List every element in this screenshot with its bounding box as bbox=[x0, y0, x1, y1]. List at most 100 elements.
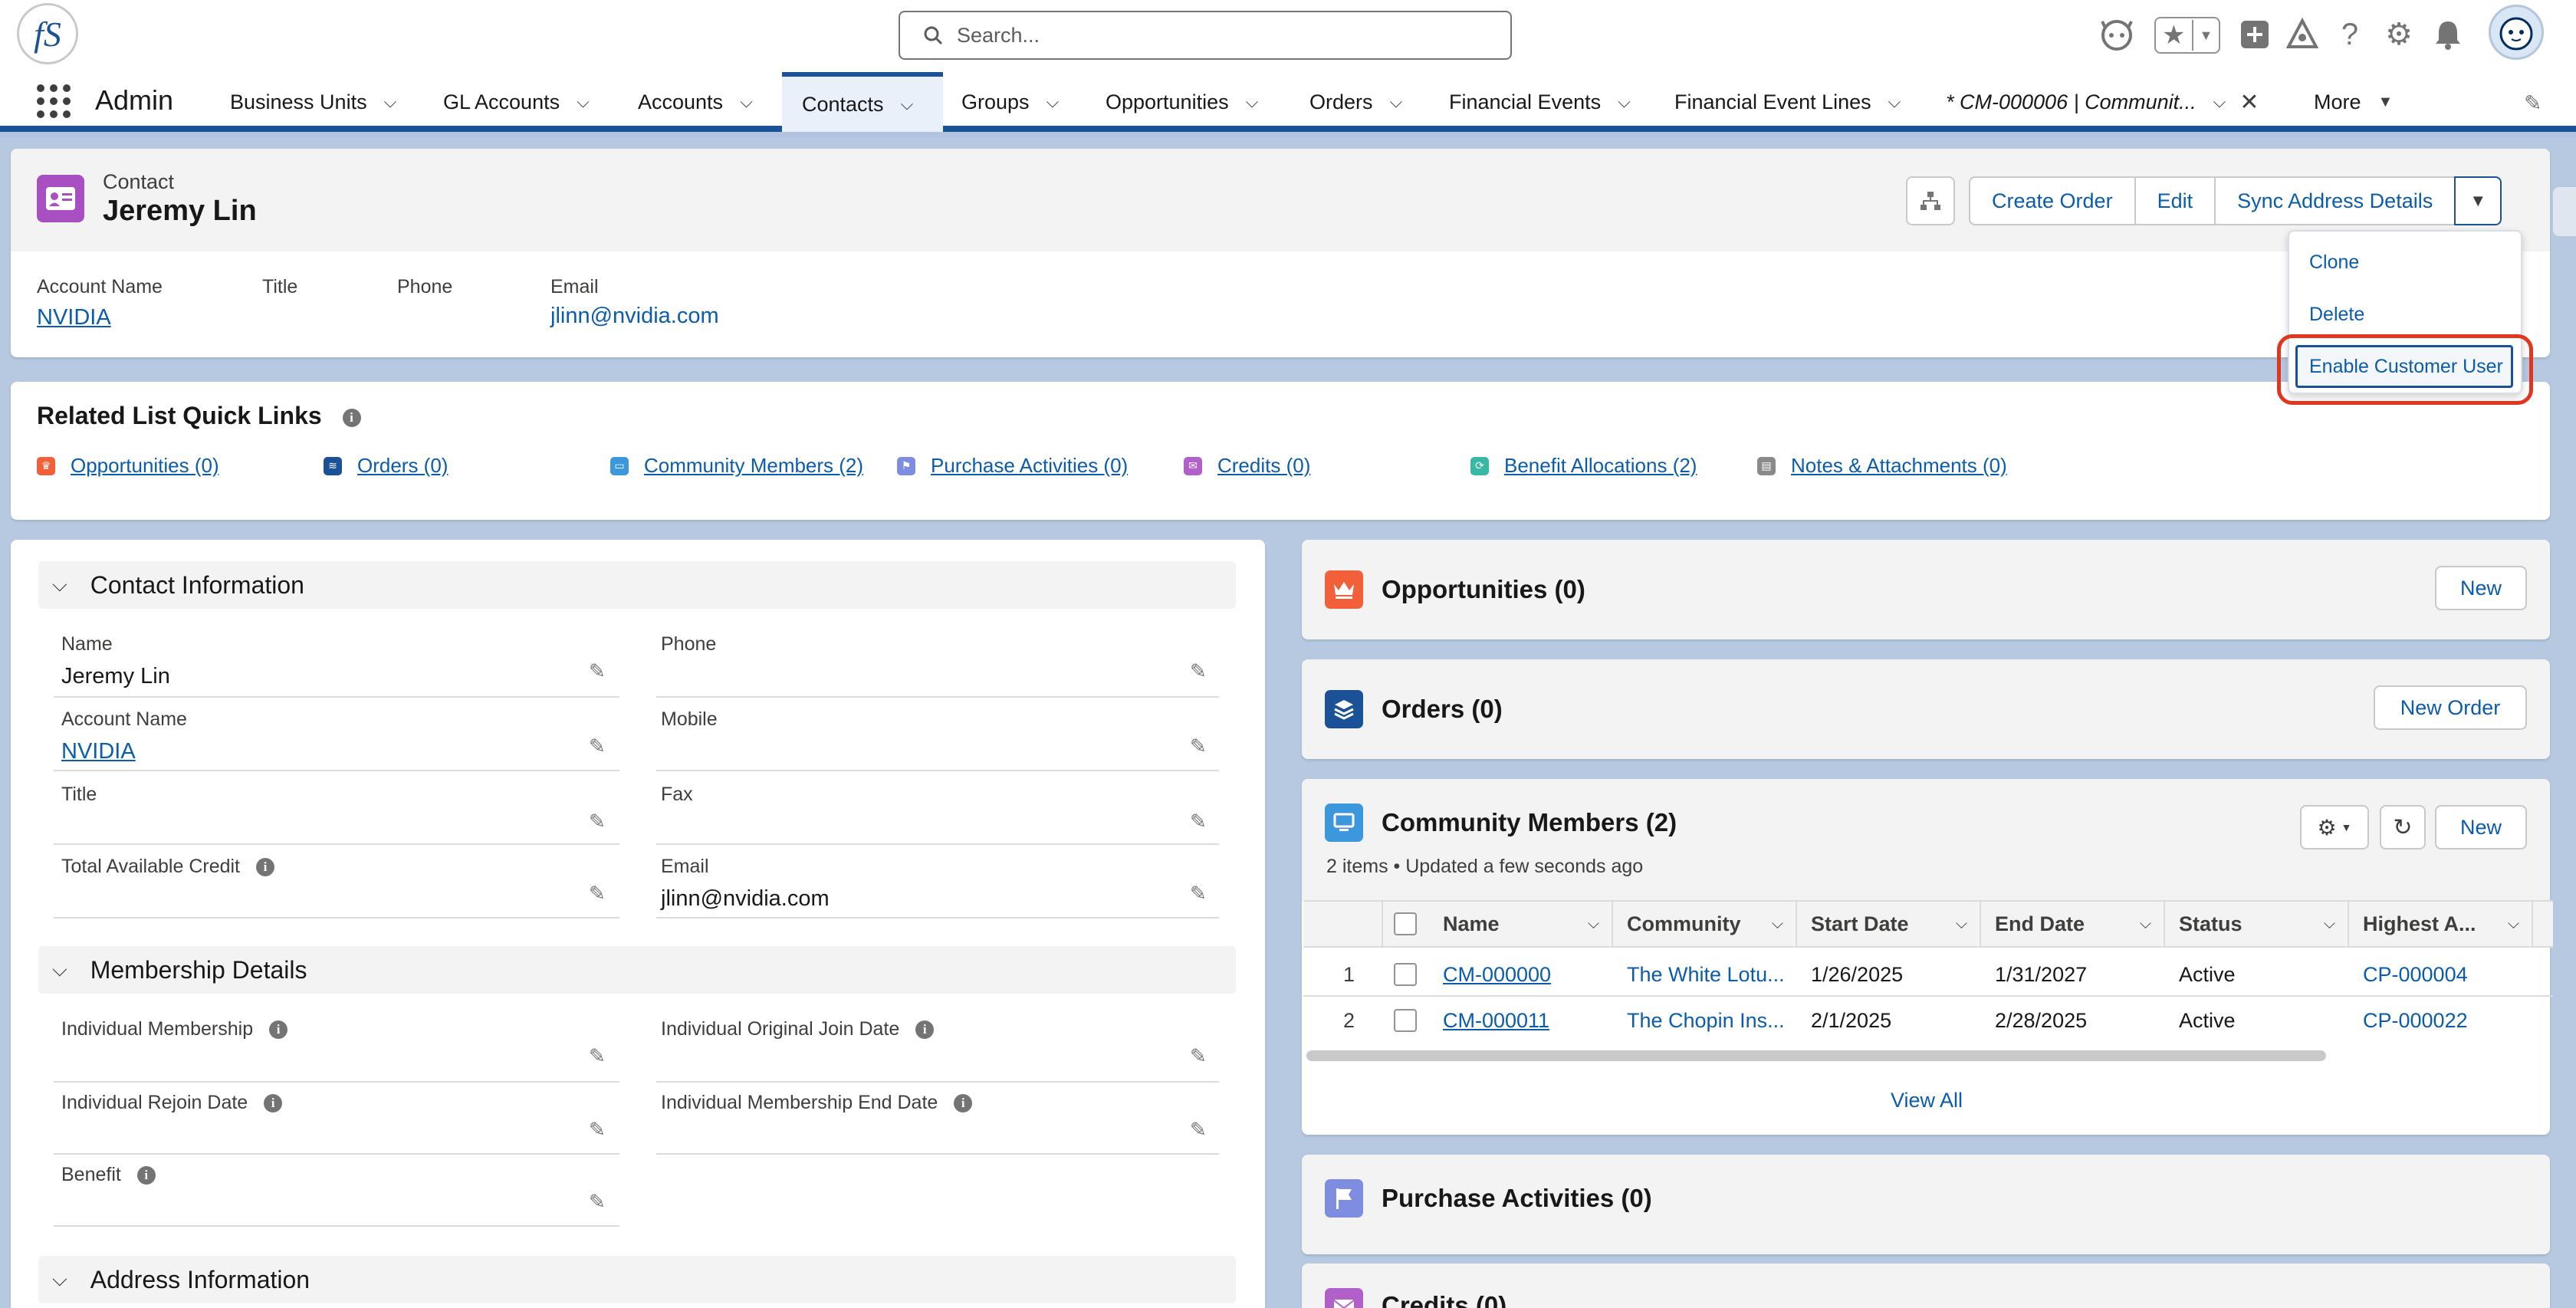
table-horizontal-scrollbar[interactable] bbox=[1306, 1050, 2326, 1061]
quick-link-credits[interactable]: ✉ Credits (0) bbox=[1184, 454, 1310, 478]
chevron-down-icon[interactable]: ⌵ bbox=[1390, 92, 1403, 112]
credits-card-title[interactable]: Credits (0) bbox=[1382, 1291, 1506, 1308]
community-member-name-link[interactable]: CM-000000 bbox=[1443, 963, 1551, 987]
chevron-down-icon[interactable]: ⌵ bbox=[2324, 915, 2335, 933]
info-icon[interactable]: i bbox=[264, 1094, 283, 1113]
global-actions-icon[interactable] bbox=[2236, 15, 2274, 54]
select-all-checkbox[interactable] bbox=[1394, 912, 1417, 935]
info-icon[interactable]: i bbox=[255, 858, 274, 877]
nav-tab-opportunities[interactable]: Opportunities ⌵ bbox=[1106, 72, 1258, 132]
field-value-account-link[interactable]: NVIDIA bbox=[61, 739, 136, 764]
edit-email-pencil-icon[interactable]: ✎ bbox=[1190, 882, 1207, 905]
edit-title-pencil-icon[interactable]: ✎ bbox=[589, 810, 606, 833]
edit-account-pencil-icon[interactable]: ✎ bbox=[589, 735, 606, 758]
column-header-highest-a[interactable]: Highest A... ⌵ bbox=[2349, 900, 2533, 948]
edit-rejoin-pencil-icon[interactable]: ✎ bbox=[589, 1118, 606, 1142]
column-header-start-date[interactable]: Start Date ⌵ bbox=[1797, 900, 1981, 948]
chevron-down-icon[interactable]: ⌵ bbox=[740, 92, 753, 112]
nav-tab-financial-events[interactable]: Financial Events ⌵ bbox=[1449, 72, 1631, 132]
orders-card-title[interactable]: Orders (0) bbox=[1382, 695, 1503, 724]
nav-tab-gl-accounts[interactable]: GL Accounts ⌵ bbox=[443, 72, 590, 132]
favorites-button-group[interactable]: ★ ▼ bbox=[2154, 17, 2220, 54]
edit-membership-pencil-icon[interactable]: ✎ bbox=[589, 1044, 606, 1068]
sync-address-details-button[interactable]: Sync Address Details bbox=[2214, 176, 2456, 225]
chevron-down-icon[interactable]: ⌵ bbox=[1618, 92, 1631, 112]
highlight-email-link[interactable]: jlinn@nvidia.com bbox=[550, 304, 719, 329]
list-settings-button[interactable]: ⚙ ▼ bbox=[2300, 805, 2369, 850]
column-header-status[interactable]: Status ⌵ bbox=[2165, 900, 2349, 948]
chevron-down-icon[interactable]: ▼ bbox=[2193, 28, 2219, 44]
hierarchy-button[interactable] bbox=[1906, 176, 1955, 225]
more-actions-dropdown-button[interactable]: ▼ bbox=[2454, 176, 2502, 225]
chevron-down-icon[interactable]: ⌵ bbox=[2140, 915, 2151, 933]
edit-phone-pencil-icon[interactable]: ✎ bbox=[1190, 659, 1207, 683]
nav-tab-accounts[interactable]: Accounts ⌵ bbox=[638, 72, 753, 132]
quick-link-notes-attachments[interactable]: ▤ Notes & Attachments (0) bbox=[1757, 454, 2007, 478]
info-icon[interactable]: i bbox=[269, 1020, 288, 1040]
org-logo[interactable]: fS bbox=[17, 3, 78, 64]
new-order-button[interactable]: New Order bbox=[2374, 685, 2527, 730]
community-link[interactable]: The White Lotu... bbox=[1627, 963, 1785, 987]
trailhead-icon[interactable] bbox=[2283, 15, 2321, 54]
quick-link-community-members[interactable]: ▭ Community Members (2) bbox=[610, 454, 863, 478]
refresh-button[interactable]: ↻ bbox=[2380, 805, 2426, 850]
nav-tab-financial-event-lines[interactable]: Financial Event Lines ⌵ bbox=[1674, 72, 1901, 132]
chevron-down-icon[interactable]: ⌵ bbox=[1046, 92, 1060, 112]
caret-down-icon[interactable]: ▼ bbox=[2378, 94, 2394, 111]
chevron-down-icon[interactable]: ⌵ bbox=[2213, 92, 2226, 112]
chevron-down-icon[interactable]: ⌵ bbox=[1588, 915, 1599, 933]
field-value-email-link[interactable]: jlinn@nvidia.com bbox=[661, 886, 830, 912]
help-icon[interactable]: ? bbox=[2331, 15, 2369, 54]
edit-benefit-pencil-icon[interactable]: ✎ bbox=[589, 1190, 606, 1214]
create-order-button[interactable]: Create Order bbox=[1969, 176, 2136, 225]
highlight-account-name-link[interactable]: NVIDIA bbox=[37, 305, 111, 330]
quick-link-purchase-activities[interactable]: ⚑ Purchase Activities (0) bbox=[897, 454, 1128, 478]
astro-assistant-icon[interactable] bbox=[2098, 15, 2136, 54]
edit-nav-pencil-icon[interactable]: ✎ bbox=[2524, 90, 2542, 116]
purchase-activities-card-title[interactable]: Purchase Activities (0) bbox=[1382, 1184, 1652, 1213]
highest-a-link[interactable]: CP-000022 bbox=[2363, 1009, 2468, 1033]
community-members-card-title[interactable]: Community Members (2) bbox=[1382, 808, 1677, 837]
star-icon[interactable]: ★ bbox=[2156, 20, 2193, 51]
chevron-down-icon[interactable]: ⌵ bbox=[1772, 915, 1783, 933]
quick-link-opportunities[interactable]: ♛ Opportunities (0) bbox=[37, 454, 219, 478]
column-header-name[interactable]: Name ⌵ bbox=[1429, 900, 1613, 948]
utility-side-tab[interactable] bbox=[2553, 187, 2576, 236]
quick-link-benefit-allocations[interactable]: ⟳ Benefit Allocations (2) bbox=[1470, 454, 1697, 478]
menu-item-delete[interactable]: Delete bbox=[2309, 304, 2364, 326]
community-link[interactable]: The Chopin Ins... bbox=[1627, 1009, 1785, 1033]
chevron-down-icon[interactable]: ⌵ bbox=[577, 92, 590, 112]
highest-a-link[interactable]: CP-000004 bbox=[2363, 963, 2468, 987]
nav-tab-orders[interactable]: Orders ⌵ bbox=[1309, 72, 1402, 132]
app-launcher-icon[interactable] bbox=[37, 84, 71, 118]
global-search[interactable]: Search... bbox=[899, 11, 1512, 60]
row-select-checkbox[interactable] bbox=[1394, 1009, 1417, 1032]
nav-tab-business-units[interactable]: Business Units ⌵ bbox=[230, 72, 396, 132]
chevron-down-icon[interactable]: ⌵ bbox=[2508, 915, 2519, 933]
edit-button[interactable]: Edit bbox=[2134, 176, 2216, 225]
setup-gear-icon[interactable]: ⚙ bbox=[2380, 15, 2418, 54]
info-icon[interactable]: i bbox=[136, 1166, 156, 1185]
column-header-community[interactable]: Community ⌵ bbox=[1613, 900, 1797, 948]
chevron-down-icon[interactable]: ⌵ bbox=[1888, 92, 1901, 112]
opportunities-card-title[interactable]: Opportunities (0) bbox=[1382, 575, 1585, 604]
section-contact-information[interactable]: ⌵ Contact Information bbox=[38, 561, 1236, 609]
chevron-down-icon[interactable]: ⌵ bbox=[1246, 92, 1259, 112]
nav-tab-groups[interactable]: Groups ⌵ bbox=[961, 72, 1059, 132]
notifications-bell-icon[interactable] bbox=[2429, 15, 2467, 54]
edit-end-date-pencil-icon[interactable]: ✎ bbox=[1190, 1118, 1207, 1142]
row-select-checkbox[interactable] bbox=[1394, 963, 1417, 986]
edit-fax-pencil-icon[interactable]: ✎ bbox=[1190, 810, 1207, 833]
info-icon[interactable]: i bbox=[915, 1020, 935, 1040]
edit-name-pencil-icon[interactable]: ✎ bbox=[589, 659, 606, 683]
edit-mobile-pencil-icon[interactable]: ✎ bbox=[1190, 735, 1207, 758]
new-community-member-button[interactable]: New bbox=[2435, 805, 2527, 850]
new-opportunity-button[interactable]: New bbox=[2435, 566, 2527, 610]
quick-link-orders[interactable]: ≋ Orders (0) bbox=[324, 454, 448, 478]
column-header-end-date[interactable]: End Date ⌵ bbox=[1981, 900, 2165, 948]
user-avatar[interactable] bbox=[2489, 5, 2544, 60]
view-all-community-members-link[interactable]: View All bbox=[1891, 1089, 1963, 1112]
edit-join-date-pencil-icon[interactable]: ✎ bbox=[1190, 1044, 1207, 1068]
info-icon[interactable]: i bbox=[342, 408, 361, 427]
section-membership-details[interactable]: ⌵ Membership Details bbox=[38, 946, 1236, 994]
